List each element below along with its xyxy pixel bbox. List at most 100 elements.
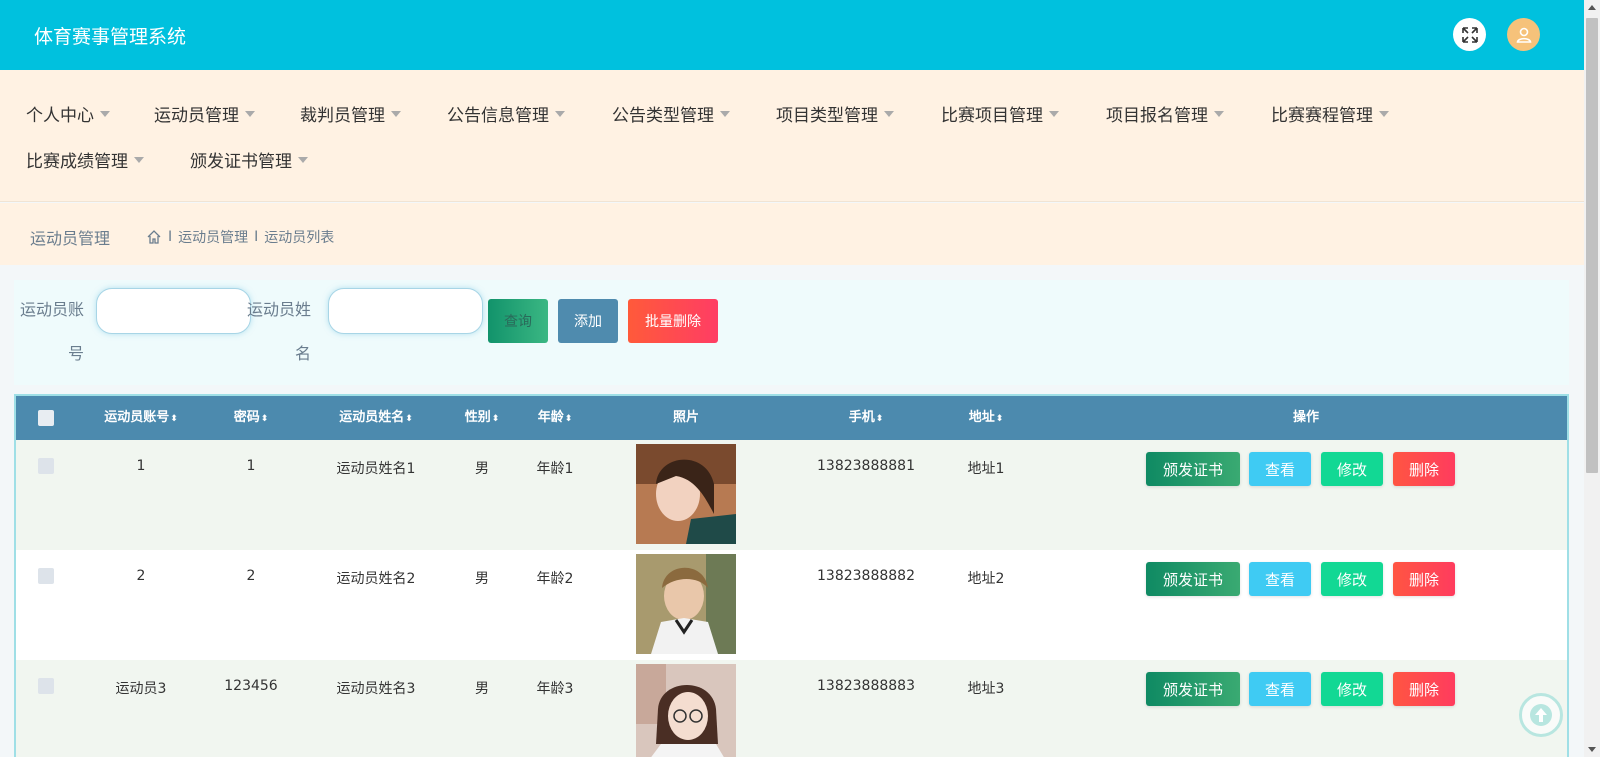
row-checkbox[interactable]	[38, 678, 54, 694]
query-button[interactable]: 查询	[488, 299, 548, 343]
column-header-name[interactable]: 运动员姓名⬍	[316, 396, 436, 440]
issue-certificate-button[interactable]: 颁发证书	[1146, 562, 1240, 596]
nav-item-competition-event-management[interactable]: 比赛项目管理	[941, 101, 1059, 126]
user-icon	[1516, 27, 1531, 43]
table-row: 运动员3 123456 运动员姓名3 男 年龄3 13823888883 地址3…	[16, 660, 1567, 757]
delete-button[interactable]: 删除	[1393, 452, 1455, 486]
nav-item-label: 项目报名管理	[1106, 106, 1208, 126]
column-header-label: 年龄	[537, 410, 564, 425]
issue-certificate-button[interactable]: 颁发证书	[1146, 672, 1240, 706]
sort-icon: ⬍	[170, 414, 178, 424]
scroll-up-arrow-icon[interactable]	[1588, 5, 1596, 10]
column-header-label: 运动员账号	[104, 410, 170, 425]
chevron-down-icon	[1214, 110, 1224, 117]
select-all-checkbox[interactable]	[38, 410, 54, 426]
column-header-label: 地址	[968, 410, 995, 425]
name-label-line1: 运动员姓	[246, 300, 311, 319]
back-to-top-button[interactable]	[1519, 693, 1563, 737]
name-search-input[interactable]	[328, 288, 483, 334]
cell-phone: 13823888883	[817, 678, 915, 694]
cell-account: 1	[136, 458, 146, 474]
nav-item-notice-type-management[interactable]: 公告类型管理	[612, 101, 730, 126]
table-row: 2 2 运动员姓名2 男 年龄2 13823888882 地址2 颁发证书 查看…	[16, 550, 1567, 660]
table-row: 1 1 运动员姓名1 男 年龄1 13823888881 地址1 颁发证书 查看…	[16, 440, 1567, 550]
row-checkbox[interactable]	[38, 568, 54, 584]
column-header-age[interactable]: 年龄⬍	[520, 396, 590, 440]
edit-button[interactable]: 修改	[1321, 672, 1383, 706]
column-header-password[interactable]: 密码⬍	[206, 396, 296, 440]
row-checkbox[interactable]	[38, 458, 54, 474]
delete-button[interactable]: 删除	[1393, 562, 1455, 596]
column-header-label: 密码	[233, 410, 260, 425]
cell-account: 2	[136, 568, 146, 584]
app-title: 体育赛事管理系统	[34, 26, 187, 48]
vertical-scrollbar[interactable]	[1584, 0, 1600, 757]
cell-password: 2	[246, 568, 256, 584]
view-button[interactable]: 查看	[1249, 452, 1311, 486]
top-header: 体育赛事管理系统	[0, 0, 1584, 70]
account-label-line2: 号	[67, 344, 84, 363]
name-label-line2: 名	[294, 344, 311, 363]
fullscreen-icon	[1461, 26, 1478, 43]
chevron-down-icon	[134, 156, 144, 163]
nav-item-event-type-management[interactable]: 项目类型管理	[776, 101, 894, 126]
nav-item-label: 个人中心	[26, 106, 94, 126]
nav-item-label: 运动员管理	[154, 106, 239, 126]
nav-item-personal-center[interactable]: 个人中心	[26, 101, 110, 126]
sort-icon: ⬍	[995, 414, 1004, 424]
batch-delete-button[interactable]: 批量删除	[628, 299, 718, 343]
nav-item-registration-management[interactable]: 项目报名管理	[1106, 101, 1224, 126]
cell-name: 运动员姓名2	[336, 571, 416, 587]
athlete-photo	[636, 444, 736, 544]
athlete-table: 运动员账号⬍ 密码⬍ 运动员姓名⬍ 性别⬍ 年龄⬍ 照片 手机⬍ 地址⬍ 操作 …	[14, 394, 1569, 757]
breadcrumb: I 运动员管理 I 运动员列表	[146, 227, 334, 247]
cell-password: 123456	[224, 678, 278, 694]
column-header-label: 操作	[1292, 410, 1319, 425]
account-search-input[interactable]	[96, 288, 251, 334]
account-label-line1: 运动员账	[19, 300, 84, 319]
nav-item-notice-management[interactable]: 公告信息管理	[447, 101, 565, 126]
chevron-down-icon	[884, 110, 894, 117]
nav-item-schedule-management[interactable]: 比赛赛程管理	[1271, 101, 1389, 126]
chevron-down-icon	[391, 110, 401, 117]
breadcrumb-item: 运动员列表	[264, 230, 335, 246]
home-icon[interactable]	[146, 229, 162, 245]
cell-phone: 13823888881	[817, 458, 915, 474]
cell-phone: 13823888882	[817, 568, 915, 584]
user-avatar-button[interactable]	[1507, 18, 1540, 51]
column-header-label: 运动员姓名	[339, 410, 405, 425]
sort-icon: ⬍	[875, 414, 884, 424]
chevron-down-icon	[1379, 110, 1389, 117]
delete-button[interactable]: 删除	[1393, 672, 1455, 706]
nav-item-label: 公告信息管理	[447, 106, 549, 126]
breadcrumb-item[interactable]: 运动员管理	[178, 227, 248, 247]
nav-item-certificate-management[interactable]: 颁发证书管理	[190, 147, 308, 172]
issue-certificate-button[interactable]: 颁发证书	[1146, 452, 1240, 486]
fullscreen-button[interactable]	[1453, 18, 1486, 51]
cell-age: 年龄1	[536, 461, 574, 477]
nav-item-referee-management[interactable]: 裁判员管理	[300, 101, 401, 126]
column-header-account[interactable]: 运动员账号⬍	[81, 396, 201, 440]
column-header-gender[interactable]: 性别⬍	[452, 396, 512, 440]
scroll-down-arrow-icon[interactable]	[1588, 747, 1596, 752]
edit-button[interactable]: 修改	[1321, 562, 1383, 596]
column-header-phone[interactable]: 手机⬍	[816, 396, 916, 440]
scrollbar-thumb[interactable]	[1586, 18, 1598, 473]
column-header-photo: 照片	[646, 396, 726, 440]
nav-item-results-management[interactable]: 比赛成绩管理	[26, 147, 144, 172]
column-header-address[interactable]: 地址⬍	[951, 396, 1021, 440]
athlete-photo	[636, 554, 736, 654]
nav-item-label: 比赛赛程管理	[1271, 106, 1373, 126]
cell-age: 年龄3	[536, 681, 574, 697]
cell-gender: 男	[475, 571, 489, 587]
chevron-down-icon	[720, 110, 730, 117]
nav-item-athlete-management[interactable]: 运动员管理	[154, 101, 255, 126]
nav-item-label: 比赛成绩管理	[26, 152, 128, 172]
view-button[interactable]: 查看	[1249, 562, 1311, 596]
column-header-actions: 操作	[1266, 396, 1346, 440]
edit-button[interactable]: 修改	[1321, 452, 1383, 486]
view-button[interactable]: 查看	[1249, 672, 1311, 706]
add-button[interactable]: 添加	[558, 299, 618, 343]
sort-icon: ⬍	[564, 414, 573, 424]
cell-name: 运动员姓名1	[336, 461, 416, 477]
